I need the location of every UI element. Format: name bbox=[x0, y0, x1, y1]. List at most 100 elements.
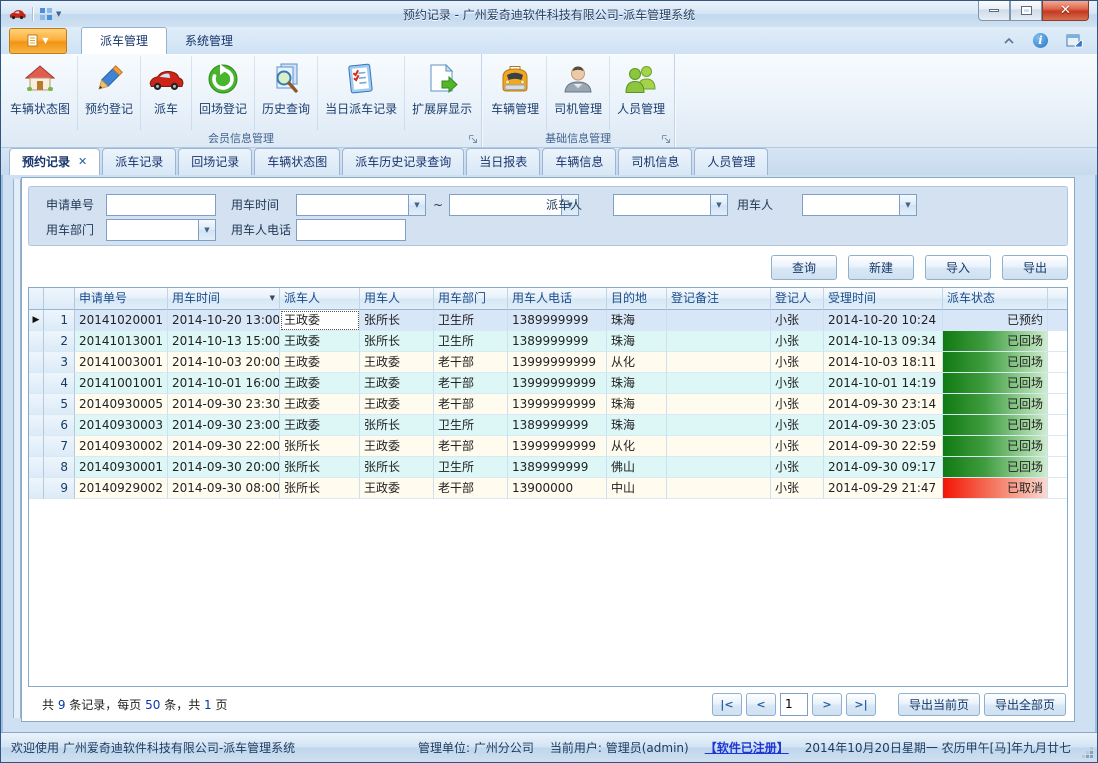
cell[interactable]: 2014-10-13 15:00 bbox=[168, 331, 280, 352]
cell[interactable]: 王政委 bbox=[360, 478, 434, 499]
row-number[interactable]: 7 bbox=[44, 436, 75, 457]
table-row[interactable]: 4201410010012014-10-01 16:00王政委王政委老干部139… bbox=[29, 373, 1067, 394]
cell[interactable]: 珠海 bbox=[607, 331, 667, 352]
cell[interactable]: 小张 bbox=[771, 457, 824, 478]
ribbon-button-vehicle-manage[interactable]: 车辆管理 bbox=[484, 56, 547, 130]
cell[interactable]: 2014-10-13 09:34 bbox=[824, 331, 943, 352]
row-indicator[interactable]: ▶ bbox=[29, 310, 44, 331]
use-time-from-combo[interactable] bbox=[296, 194, 409, 216]
ribbon-collapse-icon[interactable] bbox=[1003, 36, 1015, 45]
cell[interactable]: 张所长 bbox=[360, 415, 434, 436]
column-header-dispatcher[interactable]: 派车人 bbox=[280, 288, 360, 310]
cell[interactable] bbox=[667, 331, 771, 352]
status-cell[interactable]: 已回场 bbox=[943, 394, 1048, 415]
cell[interactable] bbox=[667, 457, 771, 478]
cell[interactable]: 小张 bbox=[771, 436, 824, 457]
dialog-launcher-icon[interactable] bbox=[661, 134, 671, 144]
status-cell[interactable]: 已取消 bbox=[943, 478, 1048, 499]
row-indicator[interactable] bbox=[29, 415, 44, 436]
dispatcher-combo[interactable] bbox=[613, 194, 711, 216]
doc-tab-return-records[interactable]: 回场记录 bbox=[178, 148, 252, 175]
cell[interactable]: 2014-09-29 21:47 bbox=[824, 478, 943, 499]
status-cell[interactable]: 已回场 bbox=[943, 373, 1048, 394]
last-page-button[interactable]: >| bbox=[846, 693, 876, 716]
doc-tab-vehicle-info[interactable]: 车辆信息 bbox=[542, 148, 616, 175]
cell[interactable]: 老干部 bbox=[434, 394, 508, 415]
ribbon-button-reservation[interactable]: 预约登记 bbox=[78, 56, 141, 130]
table-row[interactable]: 3201410030012014-10-03 20:00王政委王政委老干部139… bbox=[29, 352, 1067, 373]
cell[interactable]: 20141013001 bbox=[75, 331, 168, 352]
tab-close-icon[interactable]: ✕ bbox=[78, 155, 87, 168]
cell[interactable]: 小张 bbox=[771, 478, 824, 499]
cell[interactable]: 王政委 bbox=[280, 394, 360, 415]
cell[interactable] bbox=[667, 310, 771, 331]
dialog-launcher-icon[interactable] bbox=[468, 134, 478, 144]
cell[interactable]: 卫生所 bbox=[434, 415, 508, 436]
row-indicator[interactable] bbox=[29, 394, 44, 415]
cell[interactable]: 2014-10-03 20:00 bbox=[168, 352, 280, 373]
row-indicator[interactable] bbox=[29, 457, 44, 478]
cell[interactable]: 13999999999 bbox=[508, 373, 607, 394]
skin-style-icon[interactable] bbox=[1066, 33, 1083, 48]
table-row[interactable]: 8201409300012014-09-30 20:00张所长张所长卫生所138… bbox=[29, 457, 1067, 478]
column-header-request-no[interactable]: 申请单号 bbox=[75, 288, 168, 310]
row-number[interactable]: 2 bbox=[44, 331, 75, 352]
user-phone-input[interactable] bbox=[296, 219, 406, 241]
cell[interactable]: 老干部 bbox=[434, 436, 508, 457]
row-indicator[interactable] bbox=[29, 352, 44, 373]
cell[interactable]: 20141001001 bbox=[75, 373, 168, 394]
cell[interactable]: 2014-09-30 23:30 bbox=[168, 394, 280, 415]
row-indicator[interactable] bbox=[29, 331, 44, 352]
column-header-department[interactable]: 用车部门 bbox=[434, 288, 508, 310]
column-header-destination[interactable]: 目的地 bbox=[607, 288, 667, 310]
cell[interactable] bbox=[667, 352, 771, 373]
cell[interactable]: 20140930001 bbox=[75, 457, 168, 478]
status-cell[interactable]: 已回场 bbox=[943, 457, 1048, 478]
cell[interactable] bbox=[667, 415, 771, 436]
page-number-input[interactable] bbox=[780, 693, 808, 716]
cell[interactable] bbox=[667, 373, 771, 394]
status-cell[interactable]: 已预约 bbox=[943, 310, 1048, 331]
cell[interactable]: 佛山 bbox=[607, 457, 667, 478]
cell[interactable]: 20140930003 bbox=[75, 415, 168, 436]
ribbon-tab-dispatch[interactable]: 派车管理 bbox=[81, 27, 167, 54]
next-page-button[interactable]: > bbox=[812, 693, 842, 716]
cell[interactable]: 卫生所 bbox=[434, 331, 508, 352]
column-header-remark[interactable]: 登记备注 bbox=[667, 288, 771, 310]
table-row[interactable]: 5201409300052014-09-30 23:30王政委王政委老干部139… bbox=[29, 394, 1067, 415]
cell[interactable]: 13999999999 bbox=[508, 394, 607, 415]
ribbon-button-history-query[interactable]: 历史查询 bbox=[255, 56, 318, 130]
cell[interactable]: 2014-09-30 09:17 bbox=[824, 457, 943, 478]
cell[interactable]: 2014-09-30 08:00 bbox=[168, 478, 280, 499]
cell[interactable]: 从化 bbox=[607, 352, 667, 373]
cell[interactable]: 小张 bbox=[771, 331, 824, 352]
cell[interactable]: 张所长 bbox=[360, 457, 434, 478]
ribbon-button-extend-screen[interactable]: 扩展屏显示 bbox=[405, 56, 479, 130]
cell[interactable]: 13999999999 bbox=[508, 352, 607, 373]
cell[interactable]: 王政委 bbox=[280, 373, 360, 394]
cell[interactable]: 2014-10-03 18:11 bbox=[824, 352, 943, 373]
cell[interactable]: 2014-09-30 22:00 bbox=[168, 436, 280, 457]
ribbon-button-driver-manage[interactable]: 司机管理 bbox=[547, 56, 610, 130]
export-button[interactable]: 导出 bbox=[1002, 255, 1068, 280]
cell[interactable]: 2014-10-20 10:24 bbox=[824, 310, 943, 331]
department-combo[interactable] bbox=[106, 219, 199, 241]
cell[interactable]: 卫生所 bbox=[434, 457, 508, 478]
doc-tab-personnel[interactable]: 人员管理 bbox=[694, 148, 768, 175]
cell[interactable]: 20141003001 bbox=[75, 352, 168, 373]
first-page-button[interactable]: |< bbox=[712, 693, 742, 716]
column-header-accept-time[interactable]: 受理时间 bbox=[824, 288, 943, 310]
maximize-button[interactable] bbox=[1010, 1, 1042, 21]
cell[interactable]: 2014-09-30 22:59 bbox=[824, 436, 943, 457]
column-header-use-time[interactable]: 用车时间▼ bbox=[168, 288, 280, 310]
column-header-user-phone[interactable]: 用车人电话 bbox=[508, 288, 607, 310]
row-number[interactable]: 8 bbox=[44, 457, 75, 478]
cell[interactable]: 张所长 bbox=[280, 457, 360, 478]
ribbon-button-personnel-manage[interactable]: 人员管理 bbox=[610, 56, 672, 130]
cell[interactable]: 张所长 bbox=[280, 436, 360, 457]
cell[interactable]: 1389999999 bbox=[508, 457, 607, 478]
ribbon-button-dispatch[interactable]: 派车 bbox=[141, 56, 192, 130]
request-no-input[interactable] bbox=[106, 194, 216, 216]
cell[interactable]: 珠海 bbox=[607, 310, 667, 331]
cell[interactable]: 13999999999 bbox=[508, 436, 607, 457]
